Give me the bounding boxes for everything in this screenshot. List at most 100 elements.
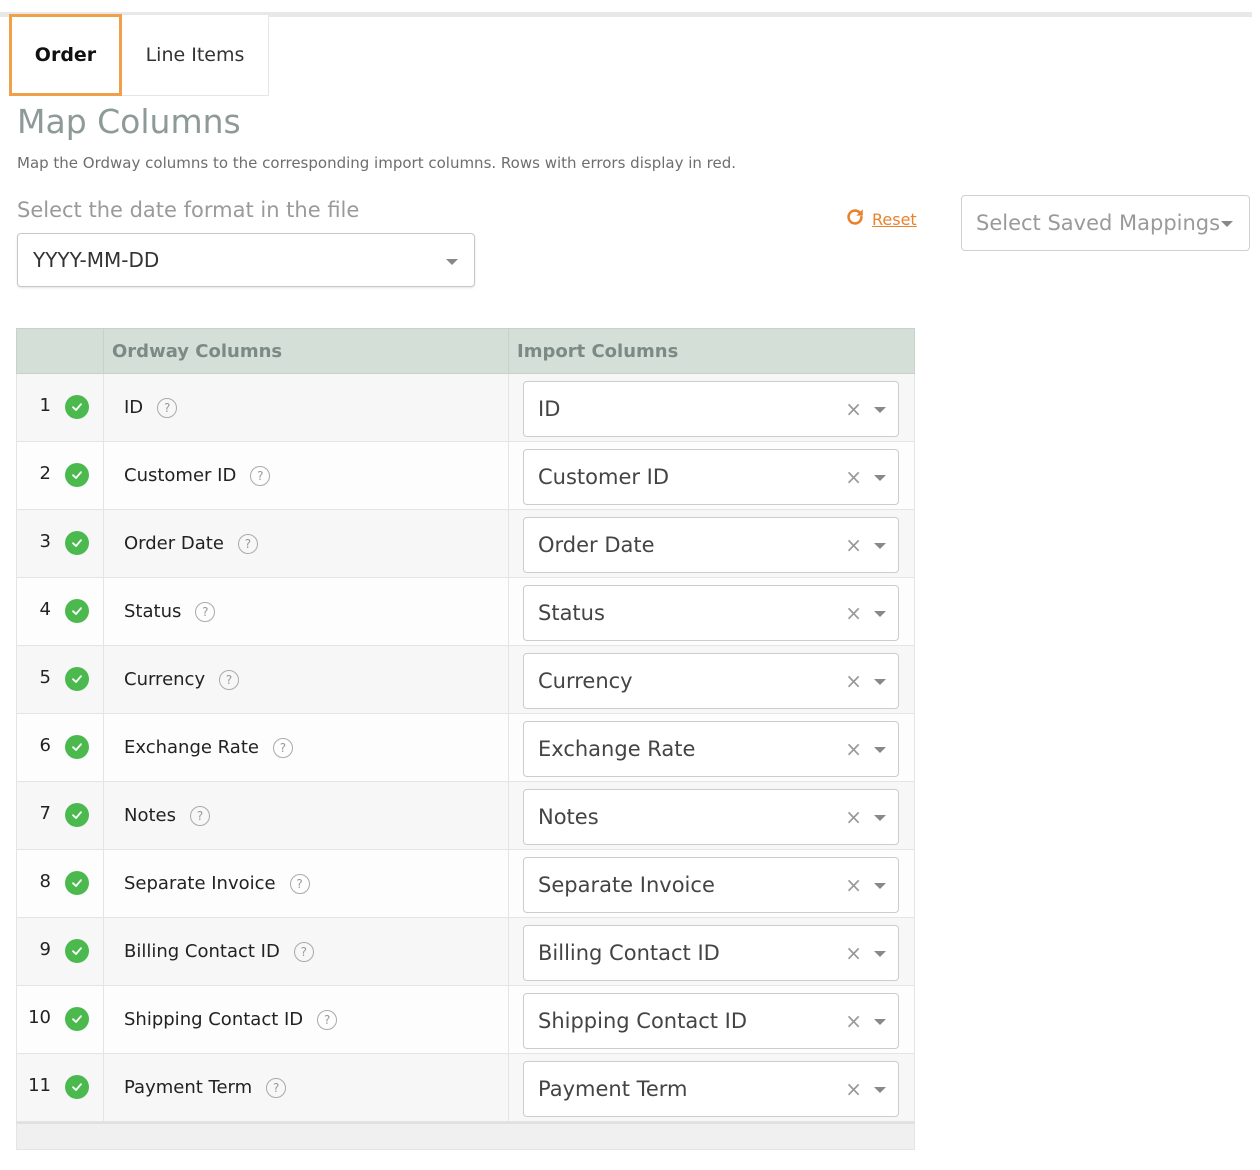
close-icon[interactable]: × bbox=[845, 1076, 862, 1102]
date-format-select[interactable]: YYYY-MM-DD bbox=[17, 233, 475, 287]
table-header: Ordway Columns Import Columns bbox=[16, 328, 915, 374]
table-row: 9 Billing Contact ID ? Billing Contact I… bbox=[16, 918, 915, 986]
table-row: 3 Order Date ? Order Date × bbox=[16, 510, 915, 578]
close-icon[interactable]: × bbox=[845, 1008, 862, 1034]
close-icon[interactable]: × bbox=[845, 532, 862, 558]
close-icon[interactable]: × bbox=[845, 736, 862, 762]
import-column-select[interactable]: Customer ID × bbox=[523, 449, 899, 505]
import-column-cell: Currency × bbox=[509, 646, 914, 713]
row-number-cell: 11 bbox=[17, 1054, 104, 1121]
chevron-down-icon bbox=[874, 883, 886, 889]
row-number: 3 bbox=[39, 531, 51, 552]
import-column-value: Order Date bbox=[538, 533, 655, 557]
reset-button[interactable]: Reset bbox=[844, 206, 917, 232]
saved-mappings-select[interactable]: Select Saved Mappings bbox=[961, 195, 1250, 251]
table-row: 5 Currency ? Currency × bbox=[16, 646, 915, 714]
tab-order[interactable]: Order bbox=[9, 14, 122, 96]
ordway-column-label: Separate Invoice bbox=[124, 873, 276, 894]
row-number-cell: 3 bbox=[17, 510, 104, 577]
row-number-cell: 1 bbox=[17, 374, 104, 441]
ordway-column-label: Currency bbox=[124, 669, 206, 690]
ordway-column-cell: Exchange Rate ? bbox=[104, 714, 509, 781]
row-number: 6 bbox=[39, 735, 51, 756]
table-body: 1 ID ? ID × 2 Customer ID ? Customer ID … bbox=[16, 374, 915, 1122]
table-row: 10 Shipping Contact ID ? Shipping Contac… bbox=[16, 986, 915, 1054]
table-footer bbox=[16, 1122, 915, 1150]
import-column-select[interactable]: Separate Invoice × bbox=[523, 857, 899, 913]
date-format-label: Select the date format in the file bbox=[17, 198, 360, 222]
close-icon[interactable]: × bbox=[845, 464, 862, 490]
help-icon[interactable]: ? bbox=[190, 805, 210, 826]
import-column-value: ID bbox=[538, 397, 561, 421]
close-icon[interactable]: × bbox=[845, 396, 862, 422]
row-number-cell: 5 bbox=[17, 646, 104, 713]
page-title: Map Columns bbox=[17, 102, 241, 141]
import-column-cell: Status × bbox=[509, 578, 914, 645]
check-circle-icon bbox=[65, 871, 89, 895]
import-column-select[interactable]: Order Date × bbox=[523, 517, 899, 573]
import-column-select[interactable]: Notes × bbox=[523, 789, 899, 845]
row-number: 5 bbox=[39, 667, 51, 688]
ordway-column-label: Billing Contact ID bbox=[124, 941, 280, 962]
import-column-select[interactable]: Payment Term × bbox=[523, 1061, 899, 1117]
import-column-cell: Shipping Contact ID × bbox=[509, 986, 914, 1053]
import-column-select[interactable]: Billing Contact ID × bbox=[523, 925, 899, 981]
tab-line-items[interactable]: Line Items bbox=[122, 14, 269, 96]
row-number: 10 bbox=[28, 1007, 51, 1028]
import-column-select[interactable]: Currency × bbox=[523, 653, 899, 709]
row-number: 11 bbox=[28, 1075, 51, 1096]
saved-mappings-placeholder: Select Saved Mappings bbox=[976, 211, 1221, 235]
import-column-value: Billing Contact ID bbox=[538, 941, 720, 965]
row-number: 9 bbox=[39, 939, 51, 960]
row-number-cell: 8 bbox=[17, 850, 104, 917]
import-column-cell: Order Date × bbox=[509, 510, 914, 577]
close-icon[interactable]: × bbox=[845, 804, 862, 830]
close-icon[interactable]: × bbox=[845, 668, 862, 694]
import-column-cell: Billing Contact ID × bbox=[509, 918, 914, 985]
date-format-value: YYYY-MM-DD bbox=[33, 248, 160, 272]
ordway-column-label: Shipping Contact ID bbox=[124, 1009, 304, 1030]
check-circle-icon bbox=[65, 735, 89, 759]
help-icon[interactable]: ? bbox=[195, 601, 216, 622]
table-row: 7 Notes ? Notes × bbox=[16, 782, 915, 850]
header-ordway-columns: Ordway Columns bbox=[104, 329, 509, 373]
close-icon[interactable]: × bbox=[845, 600, 862, 626]
chevron-down-icon bbox=[874, 679, 886, 685]
import-column-select[interactable]: Exchange Rate × bbox=[523, 721, 899, 777]
import-column-value: Currency bbox=[538, 669, 633, 693]
table-row: 11 Payment Term ? Payment Term × bbox=[16, 1054, 915, 1122]
ordway-column-label: Order Date bbox=[124, 533, 224, 554]
import-column-value: Status bbox=[538, 601, 605, 625]
import-column-select[interactable]: ID × bbox=[523, 381, 899, 437]
help-icon[interactable]: ? bbox=[293, 941, 314, 962]
ordway-column-cell: Currency ? bbox=[104, 646, 509, 713]
mapping-table: Ordway Columns Import Columns 1 ID ? ID … bbox=[16, 328, 915, 1150]
close-icon[interactable]: × bbox=[845, 872, 862, 898]
help-icon[interactable]: ? bbox=[219, 669, 240, 690]
help-icon[interactable]: ? bbox=[266, 1077, 287, 1098]
import-column-select[interactable]: Shipping Contact ID × bbox=[523, 993, 899, 1049]
help-icon[interactable]: ? bbox=[250, 465, 271, 486]
check-circle-icon bbox=[65, 939, 89, 963]
help-icon[interactable]: ? bbox=[289, 873, 310, 894]
row-number-cell: 6 bbox=[17, 714, 104, 781]
ordway-column-cell: Customer ID ? bbox=[104, 442, 509, 509]
help-icon[interactable]: ? bbox=[317, 1009, 338, 1030]
help-icon[interactable]: ? bbox=[157, 397, 178, 418]
chevron-down-icon bbox=[874, 1019, 886, 1025]
help-icon[interactable]: ? bbox=[272, 737, 293, 758]
ordway-column-label: Customer ID bbox=[124, 465, 237, 486]
check-circle-icon bbox=[65, 463, 89, 487]
chevron-down-icon bbox=[874, 747, 886, 753]
header-import-columns: Import Columns bbox=[517, 340, 679, 362]
ordway-column-label: ID bbox=[124, 397, 144, 418]
check-circle-icon bbox=[65, 599, 89, 623]
import-column-value: Customer ID bbox=[538, 465, 670, 489]
help-icon[interactable]: ? bbox=[237, 533, 258, 554]
import-column-cell: Exchange Rate × bbox=[509, 714, 914, 781]
ordway-column-cell: Notes ? bbox=[104, 782, 509, 849]
close-icon[interactable]: × bbox=[845, 940, 862, 966]
row-number-cell: 7 bbox=[17, 782, 104, 849]
import-column-select[interactable]: Status × bbox=[523, 585, 899, 641]
row-number-cell: 2 bbox=[17, 442, 104, 509]
